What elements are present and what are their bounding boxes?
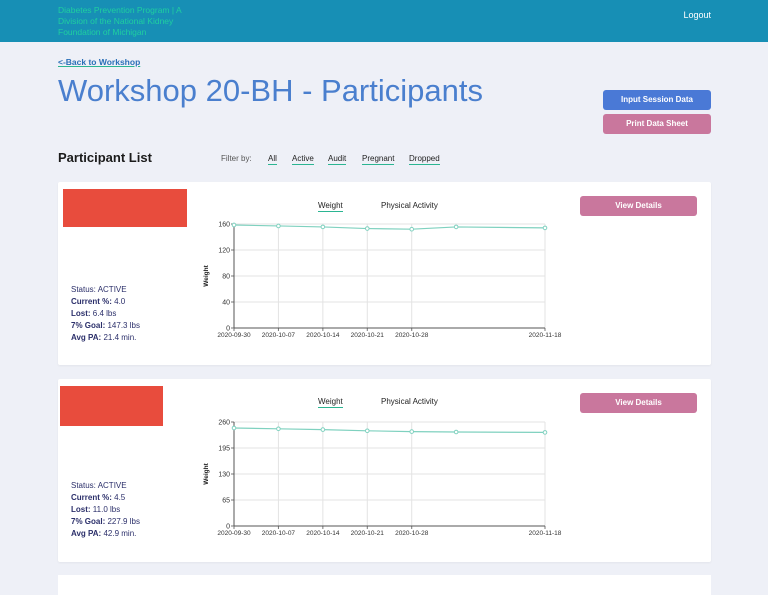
data-point [276,426,281,432]
data-point [453,429,459,435]
filter-all[interactable]: All [268,154,277,165]
lost-label: Lost: [71,309,91,318]
x-tick-label: 2020-10-07 [262,530,296,537]
y-tick-label: 260 [218,420,230,427]
view-details-button[interactable]: View Details [580,393,697,413]
filter-active[interactable]: Active [292,154,314,165]
data-point [231,222,237,228]
participant-stats: Status: ACTIVE Current %: 4.0 Lost: 6.4 … [71,284,140,344]
y-tick-label: 65 [222,498,230,505]
data-point [409,226,415,232]
data-point [364,226,370,231]
participant-photo-placeholder [60,386,163,426]
goal-value: 227.9 lbs [107,517,140,526]
x-tick-label: 2020-10-14 [306,530,340,537]
x-tick-label: 2020-11-18 [529,332,562,339]
y-tick-label: 130 [218,472,230,479]
avg-pa-label: Avg PA: [71,529,102,538]
data-point [453,224,459,230]
goal-label: 7% Goal: [71,321,106,330]
participant-stats: Status: ACTIVE Current %: 4.5 Lost: 11.0… [71,480,140,540]
current-pct-label: Current %: [71,297,112,306]
y-axis-label: Weight [203,462,210,484]
participant-card: Status: ACTIVE Current %: 4.5 Lost: 11.0… [58,379,711,562]
participant-list-title: Participant List [58,150,152,165]
weight-chart: 0651301952602020-09-30 2020-10-07 2020-10-… [203,420,562,538]
status-label: Status: [71,285,96,294]
x-tick-label: 2020-10-21 [351,332,385,339]
org-name: Diabetes Prevention Program | A Division… [58,5,182,37]
filter-dropped[interactable]: Dropped [409,154,440,165]
y-tick-label: 160 [218,222,230,229]
tab-weight[interactable]: Weight [318,397,343,408]
y-tick-label: 40 [222,300,230,307]
data-point [409,429,415,434]
filter-audit[interactable]: Audit [328,154,347,165]
x-tick-label: 2020-10-21 [351,530,385,537]
back-to-workshop-link[interactable]: <-Back to Workshop [58,57,140,67]
data-point [276,223,281,229]
status-value: ACTIVE [97,481,127,490]
filter-label: Filter by: [221,154,252,163]
data-point [320,427,326,432]
lost-value: 11.0 lbs [92,505,121,514]
status-label: Status: [71,481,96,490]
x-tick-label: 2020-10-14 [306,332,340,339]
tab-weight[interactable]: Weight [318,201,343,212]
x-tick-label: 2020-10-07 [262,332,296,339]
data-point [364,428,370,434]
goal-value: 147.3 lbs [107,321,140,330]
data-point [542,430,548,435]
avg-pa-value: 42.9 min. [103,529,137,538]
data-point [542,225,548,231]
data-point [231,425,237,431]
lost-label: Lost: [71,505,91,514]
filter-pregnant[interactable]: Pregnant [362,154,395,165]
y-axis-label: Weight [203,264,210,286]
lost-value: 6.4 lbs [92,309,117,318]
logout-link[interactable]: Logout [683,10,711,20]
y-tick-label: 120 [218,248,230,255]
participant-card: Status: ACTIVE Current %: 4.0 Lost: 6.4 … [58,182,711,365]
data-point [320,224,326,230]
y-tick-label: 80 [222,274,230,281]
x-tick-label: 2020-09-30 [217,332,251,339]
tab-physical-activity[interactable]: Physical Activity [381,397,438,406]
weight-chart: 040801201602020-09-30 2020-10-07 2020-10-1… [203,222,562,340]
y-tick-label: 195 [218,446,230,453]
page-title: Workshop 20-BH - Participants [58,73,483,108]
x-tick-label: 2020-11-18 [529,530,562,537]
x-tick-label: 2020-09-30 [217,530,251,537]
x-tick-label: 2020-10-28 [395,332,429,339]
status-value: ACTIVE [97,285,127,294]
print-data-sheet-button[interactable]: Print Data Sheet [603,114,711,134]
goal-label: 7% Goal: [71,517,106,526]
tab-physical-activity[interactable]: Physical Activity [381,201,438,210]
current-pct-label: Current %: [71,493,112,502]
view-details-button[interactable]: View Details [580,196,697,216]
avg-pa-label: Avg PA: [71,333,102,342]
current-pct-value: 4.0 [114,297,126,306]
participant-card [58,575,711,595]
avg-pa-value: 21.4 min. [103,333,137,342]
x-tick-label: 2020-10-28 [395,530,429,537]
input-session-data-button[interactable]: Input Session Data [603,90,711,110]
current-pct-value: 4.5 [114,493,126,502]
top-header: Diabetes Prevention Program | A Division… [0,0,768,42]
participant-photo-placeholder [63,189,187,227]
